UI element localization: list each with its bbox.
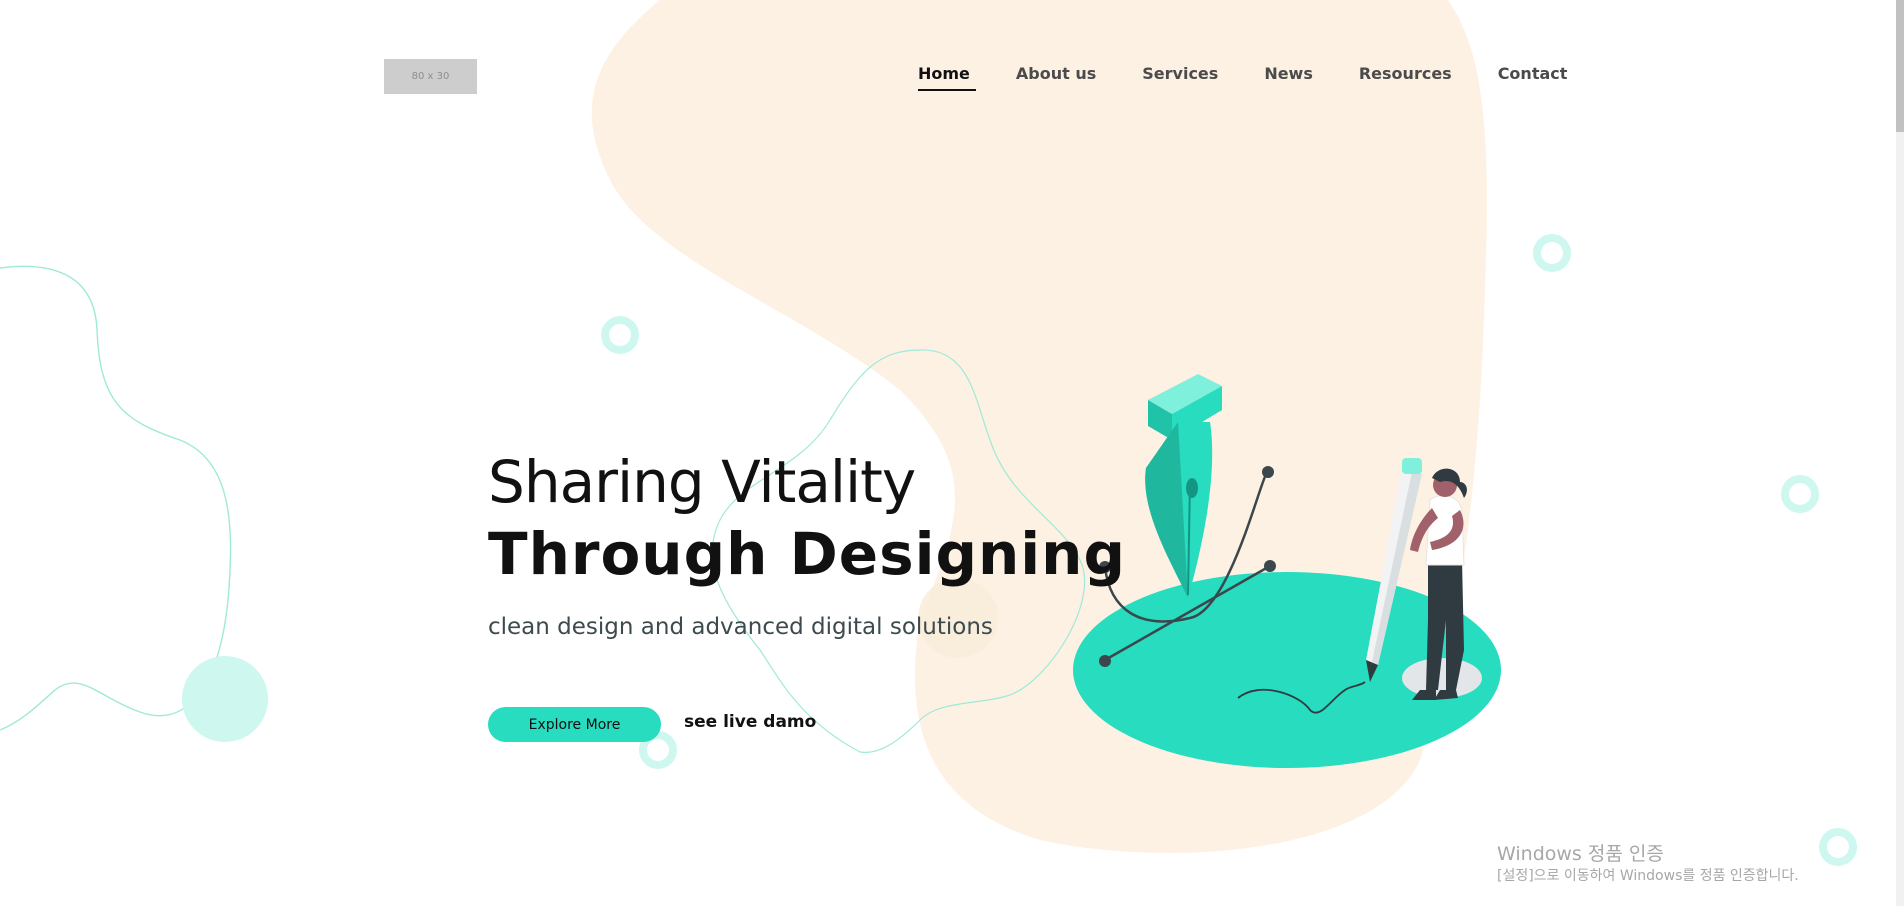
scrollbar-thumb[interactable] xyxy=(1896,0,1904,132)
ring-decoration xyxy=(1781,475,1819,513)
nav-item-about-us[interactable]: About us xyxy=(1016,64,1096,83)
anchor-point xyxy=(1099,655,1111,667)
anchor-point xyxy=(1262,466,1274,478)
main-nav: Home About us Services News Resources Co… xyxy=(918,64,1568,91)
hero-title-line-2: Through Designing xyxy=(488,520,1126,588)
background-decoration xyxy=(0,0,1857,866)
see-live-demo-link[interactable]: see live damo xyxy=(684,712,816,732)
ring-decoration xyxy=(601,316,639,354)
hero-subtitle: clean design and advanced digital soluti… xyxy=(488,614,993,640)
nav-item-contact[interactable]: Contact xyxy=(1498,64,1568,83)
nav-item-home[interactable]: Home xyxy=(918,64,976,91)
hero-title-line-1: Sharing Vitality xyxy=(488,448,916,516)
windows-activation-title: Windows 정품 인증 xyxy=(1497,843,1664,865)
windows-activation-watermark: Windows 정품 인증 [설정]으로 이동하여 Windows를 정품 인증… xyxy=(1497,842,1799,886)
nav-item-resources[interactable]: Resources xyxy=(1359,64,1452,83)
nav-item-news[interactable]: News xyxy=(1264,64,1313,83)
filled-circle-decoration xyxy=(182,656,268,742)
windows-activation-subtitle: [설정]으로 이동하여 Windows를 정품 인증합니다. xyxy=(1497,868,1799,884)
explore-more-button[interactable]: Explore More xyxy=(488,707,661,742)
vertical-scrollbar[interactable] xyxy=(1896,0,1904,906)
ring-decoration xyxy=(1819,828,1857,866)
designer-woman-illustration xyxy=(1073,374,1501,768)
ring-decoration xyxy=(1533,234,1571,272)
pen-nib-icon xyxy=(1145,374,1222,598)
logo-placeholder[interactable]: 80 x 30 xyxy=(384,59,477,94)
left-wave-line xyxy=(0,265,232,731)
anchor-point xyxy=(1264,560,1276,572)
nav-item-services[interactable]: Services xyxy=(1142,64,1218,83)
